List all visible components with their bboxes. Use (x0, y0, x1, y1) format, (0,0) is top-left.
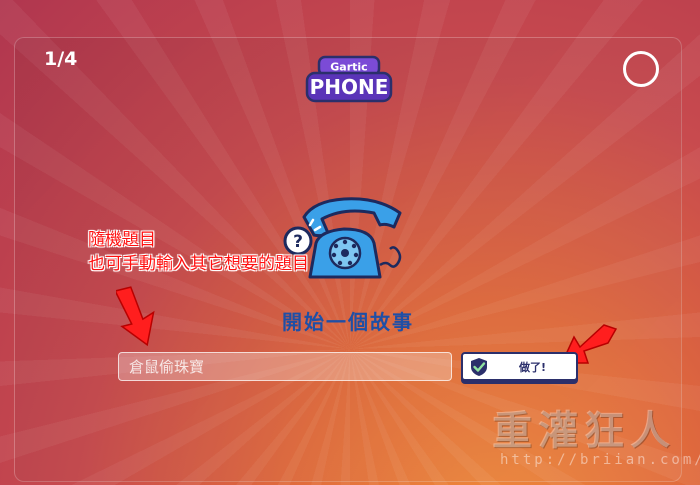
annotation-line-1: 隨機題目 (88, 230, 156, 250)
watermark-text: 重灌狂人 (492, 407, 676, 454)
red-arrow-down-icon (116, 286, 155, 347)
circle-button[interactable] (623, 51, 659, 87)
start-story-heading: 開始一個故事 (282, 310, 414, 334)
story-prompt-input[interactable] (118, 352, 452, 381)
check-shield-icon (471, 357, 487, 376)
watermark-url: http://briian.com/ (500, 452, 700, 468)
logo-text-top: Gartic (330, 61, 367, 74)
logo-text-bottom: PHONE (310, 75, 389, 99)
red-annotation: 隨機題目 也可手動輸入其它想要的題目 (88, 228, 309, 276)
gartic-phone-logo: Gartic PHONE (305, 55, 393, 103)
round-counter: 1/4 (44, 48, 78, 70)
annotation-line-2: 也可手動輸入其它想要的題目 (88, 254, 309, 274)
done-button[interactable]: 做了! (461, 352, 578, 381)
done-button-label: 做了! (518, 360, 547, 374)
